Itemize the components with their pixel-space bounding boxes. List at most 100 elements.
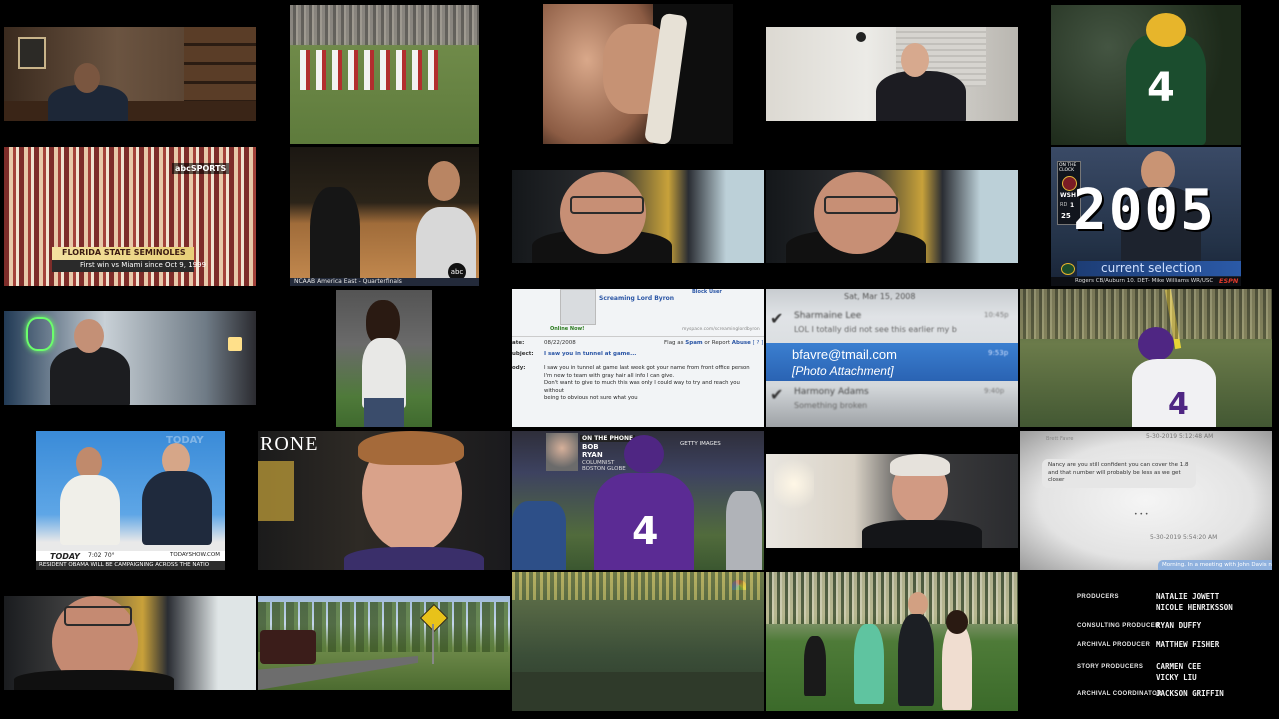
or-report-text: or Report	[704, 340, 730, 346]
body-text: I saw you in tunnel at game last week go…	[544, 365, 759, 403]
lower-third: FLORIDA STATE SEMINOLES First win vs Mia…	[52, 247, 206, 273]
credit-name: NATALIE JOWETT	[1156, 592, 1220, 601]
end-zone	[512, 672, 764, 711]
message-timestamp-2: 5-30-2019 5:54:20 AM	[1150, 534, 1218, 541]
draft-year: 2005	[1073, 178, 1216, 243]
tile-family-on-field	[766, 572, 1018, 711]
contact-1: Sharmaine Lee	[794, 311, 862, 321]
storefront-sign: RONE	[260, 433, 319, 455]
woman-hair	[946, 610, 968, 634]
tile-stadium-field	[512, 572, 764, 711]
neon-sign	[26, 317, 54, 351]
tile-interview-closeup-right	[766, 170, 1018, 263]
date-label: ate:	[512, 340, 525, 346]
person-body	[344, 547, 484, 570]
jersey-number: 4	[1168, 387, 1189, 422]
message-bubble-2: Morning. In a meeting with John Davis no…	[1158, 560, 1272, 570]
sign-post	[432, 624, 434, 664]
guest-name-1: BOB	[582, 443, 599, 451]
message-date: 08/22/2008	[544, 340, 576, 346]
photo-attachment: [Photo Attachment]	[792, 364, 894, 378]
jersey-number: 4	[632, 509, 659, 553]
time-2: 9:53p	[988, 349, 1009, 357]
today-logo: TODAY	[50, 552, 80, 561]
block-user-link[interactable]: Block User	[692, 289, 722, 295]
tile-packers-player: 4	[1051, 5, 1241, 145]
hair	[358, 431, 464, 465]
abuse-link[interactable]: Abuse	[732, 340, 751, 346]
credits-block: PRODUCERS NATALIE JOWETT NICOLE HENRIKSS…	[1020, 572, 1272, 711]
coach	[416, 207, 476, 286]
help-link[interactable]: [ ? ]	[753, 340, 764, 346]
desk	[4, 101, 256, 121]
players	[300, 50, 440, 90]
today-temp: 70°	[104, 552, 115, 559]
tile-window-interview	[766, 27, 1018, 121]
credit-label-archival-producer: ARCHIVAL PRODUCER	[1077, 642, 1151, 648]
crowd	[290, 5, 479, 45]
contact-3: Harmony Adams	[794, 387, 869, 397]
person-body	[876, 71, 966, 121]
credit-label-consulting-producer: CONSULTING PRODUCER	[1077, 623, 1160, 629]
stadium-crowd	[766, 572, 1018, 624]
today-site: TODAYSHOW.COM	[170, 552, 220, 558]
online-now: Online Now!	[550, 326, 585, 332]
crowd	[512, 572, 764, 600]
guest-role-2: BOSTON GLOBE	[582, 466, 626, 472]
wall-clock	[856, 32, 866, 42]
body-line: I saw you in tunnel at game last week go…	[544, 365, 750, 371]
spam-link[interactable]: Spam	[685, 340, 702, 346]
tile-fsu-crowd: abcSPORTS FLORIDA STATE SEMINOLES First …	[4, 147, 256, 286]
photographer	[726, 491, 762, 570]
getty-credit: GETTY IMAGES	[680, 441, 721, 447]
glasses	[570, 196, 644, 214]
white-hair	[890, 454, 950, 476]
lamp-glow	[774, 454, 814, 514]
tile-basketball-interview: abc NCAAB America East - Quarterfinals	[290, 147, 479, 286]
profile-name: Screaming Lord Byron	[599, 295, 675, 302]
today-time: 7:02	[88, 552, 102, 559]
woman-green-dress	[854, 624, 884, 704]
preview-1: LOL I totally did not see this earlier m…	[794, 325, 957, 334]
reporter	[310, 187, 360, 286]
current-selection: current selection	[1101, 261, 1203, 275]
helmet	[624, 435, 664, 473]
body-line: I'm new to team with gray hair all info …	[544, 372, 675, 379]
tile-interview-closeup-left	[512, 170, 764, 263]
credit-label-story-producers: STORY PRODUCERS	[1077, 664, 1144, 670]
anchor-1-body	[60, 475, 120, 545]
credit-name: JACKSON GRIFFIN	[1156, 689, 1224, 698]
credit-name: VICKY LIU	[1156, 673, 1197, 682]
subject-text: I saw you in tunnel at game...	[544, 351, 637, 357]
pick-value: 25	[1061, 212, 1071, 220]
yellow-sign	[258, 461, 294, 521]
tile-glasses-closeup	[4, 596, 256, 690]
flag-row: Flag as Spam or Report Abuse [ ? ]	[664, 340, 763, 346]
flag-text: Flag as	[664, 340, 684, 346]
today-banner: TODAY 7:02 70° TODAYSHOW.COM RESIDENT OB…	[36, 551, 225, 570]
girl-dark-dress	[804, 636, 826, 696]
team-name: FLORIDA STATE SEMINOLES	[62, 248, 186, 257]
message-bubble-1: Nancy are you still confident you can co…	[1042, 459, 1196, 488]
espn-logo: ESPN	[1219, 277, 1239, 285]
person-head	[74, 319, 104, 353]
person-head	[74, 63, 100, 93]
on-the-phone-label: ON THE PHONE	[580, 435, 636, 442]
tile-phone-closeup	[543, 4, 733, 144]
tile-storefront-closeup: RONE	[258, 431, 510, 570]
body-line: Don't want to give to much this was only…	[544, 380, 740, 394]
helmet	[1146, 13, 1186, 47]
tile-white-hair-interview	[766, 454, 1018, 548]
glasses	[64, 606, 132, 626]
wall-frame	[18, 37, 46, 69]
round-label: RD	[1060, 202, 1068, 208]
person-body	[862, 520, 982, 548]
inbox-date: Sat, Mar 15, 2008	[844, 292, 916, 301]
time-1: 10:45p	[984, 311, 1009, 319]
preview-3: Something broken	[794, 401, 868, 410]
profile-photo	[560, 289, 596, 325]
tile-sideline-reporter	[336, 290, 432, 427]
tile-rural-road	[258, 596, 510, 690]
credit-name: NICOLE HENRIKSSON	[1156, 603, 1233, 612]
pickup-truck	[260, 630, 316, 664]
